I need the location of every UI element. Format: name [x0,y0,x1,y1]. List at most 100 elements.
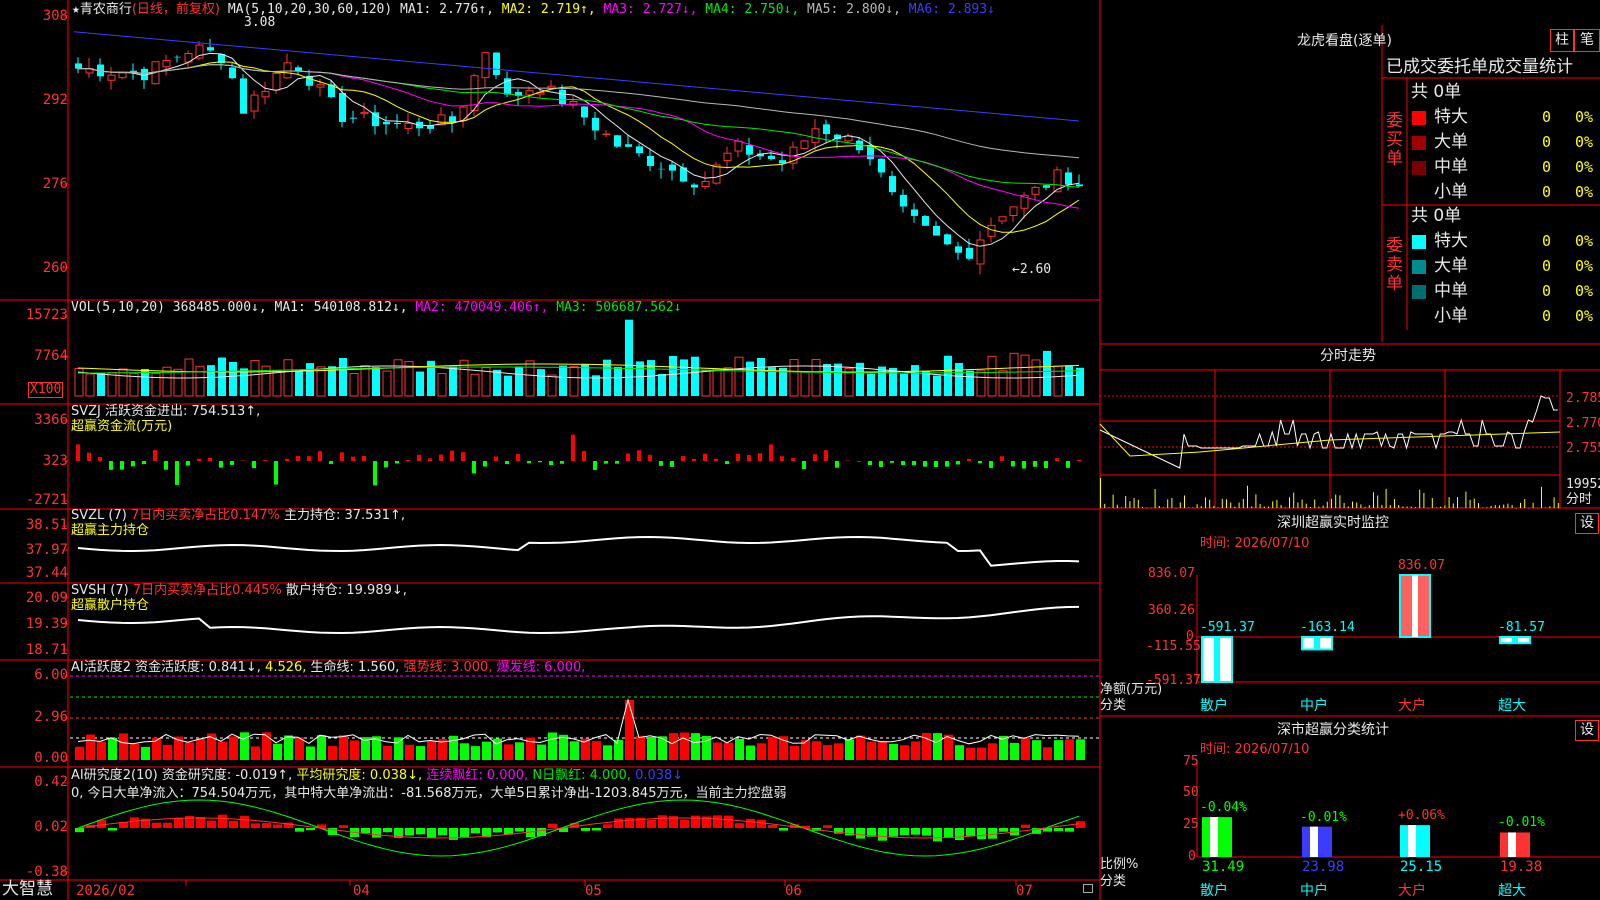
candle-body [1031,186,1040,195]
period-label[interactable]: (日线，前复权) [132,2,220,17]
high-price-marker: 3.08 [244,15,276,30]
candle-body [1043,185,1050,188]
date-axis-label: 05 [585,883,602,899]
research-bar [900,828,909,836]
sell-row-pct: 0% [1575,282,1594,300]
intraday-volume-bar [1381,505,1383,508]
research-bar [944,828,953,838]
stock-name: 青农商行 [79,2,132,17]
buy-row-pct: 0% [1575,183,1594,201]
ai-active-v2: 4.526, [265,660,307,675]
stats-settings-button[interactable]: 设 [1575,720,1599,741]
research-bar [922,828,931,836]
intraday-volume-bar [1427,507,1429,509]
buy-orders-label: 委买单 [1386,111,1403,169]
volume-bar [360,365,370,397]
activity-bar [240,732,249,760]
research-bar [988,828,997,839]
activity-bar [570,741,579,760]
candle-body [449,116,456,123]
volume-bar [691,356,699,396]
volume-bar [1076,367,1084,396]
intraday-volume-bar [1305,503,1307,508]
dragon-panel-title: 龙虎看盘(逐单) [1297,33,1392,49]
intraday-volume-bar [1532,502,1534,508]
svsh-header: SVSH (7) 7日内买卖净占比0.445% 散户持仓: 19.989↓, [71,584,407,598]
candle-body [614,135,621,147]
ai-research-v1: 资金研究度: -0.019↑, [161,768,293,783]
research-bar [174,817,183,828]
activity-bar [812,741,821,760]
volume-bar [240,368,248,396]
intraday-volume-bar [1209,499,1211,508]
research-bar [724,815,733,828]
intraday-volume-bar [1528,507,1530,509]
stroke-mode-button[interactable]: 笔 [1574,29,1600,52]
candle-body [372,112,379,127]
flow-bar [241,460,245,462]
candle-body [195,44,204,59]
flow-bar [1077,459,1081,461]
activity-bar [559,734,568,760]
flow-bar [780,456,784,461]
intraday-volume-bar [1251,506,1253,508]
ai-research-y-label: 0.02 [34,819,68,835]
candle-body [316,84,325,88]
candle-body [525,90,534,96]
volume-bar [173,368,183,397]
research-bar [1021,824,1030,828]
candle-body [746,145,753,155]
volume-bar [229,361,237,396]
research-bar [1076,821,1085,828]
intraday-volume-bar [1478,503,1479,508]
candle-body [174,56,181,58]
activity-bar [955,745,964,760]
research-bar [779,828,788,831]
candle-body [240,78,247,114]
volume-bar [559,365,567,396]
activity-bar [471,746,480,760]
svsh-y-label: 18.71 [25,642,68,658]
flow-bar [1055,458,1059,461]
activity-bar [636,735,645,760]
stock-header: ★青农商行(日线，前复权) MA(5,10,20,30,60,120) MA1:… [72,3,995,17]
buy-total: 共 0单 [1411,82,1462,102]
stats-y-title: 比例% [1100,857,1139,872]
flow-bar [604,461,608,464]
activity-bar [922,732,931,760]
date-axis-label: 2026/02 [76,883,136,899]
flow-bar [714,458,718,461]
intraday-volume-bar [1226,499,1227,508]
candle-body [911,209,918,216]
research-bar [581,828,590,831]
column-mode-button[interactable]: 柱 [1550,29,1574,52]
vol-unit-button[interactable]: X100 [28,382,64,398]
intraday-volume-bar [1452,503,1454,508]
flow-bar [439,454,443,461]
intraday-volume-bar [1482,507,1484,508]
monitor-axis-label: 836.07 [1148,566,1195,581]
intraday-price-line [1099,395,1558,469]
main-position-line [77,535,1080,567]
flow-bar [472,461,476,474]
retail-position-line [77,605,1080,635]
research-bar [416,828,425,835]
activity-bar [614,739,623,760]
flow-bar [659,461,663,466]
volume-bar [1053,365,1063,397]
buy-row-pct: 0% [1575,108,1594,126]
intraday-volume-bar [1293,492,1295,508]
flow-bar [725,461,729,465]
flow-bar [307,456,311,461]
monitor-settings-button[interactable]: 设 [1575,513,1599,534]
intraday-volume-bar [1419,489,1421,508]
sell-row-qty: 0 [1542,232,1552,250]
lock-icon[interactable] [1083,884,1093,893]
date-axis-label: 07 [1016,883,1033,899]
intraday-volume-bar [1322,505,1324,508]
activity-bar [724,742,733,760]
flow-bar [978,461,982,464]
monitor-category-label: 大户 [1398,698,1426,714]
favorite-star-icon[interactable]: ★ [72,2,80,17]
buy-row-qty: 0 [1542,133,1552,151]
